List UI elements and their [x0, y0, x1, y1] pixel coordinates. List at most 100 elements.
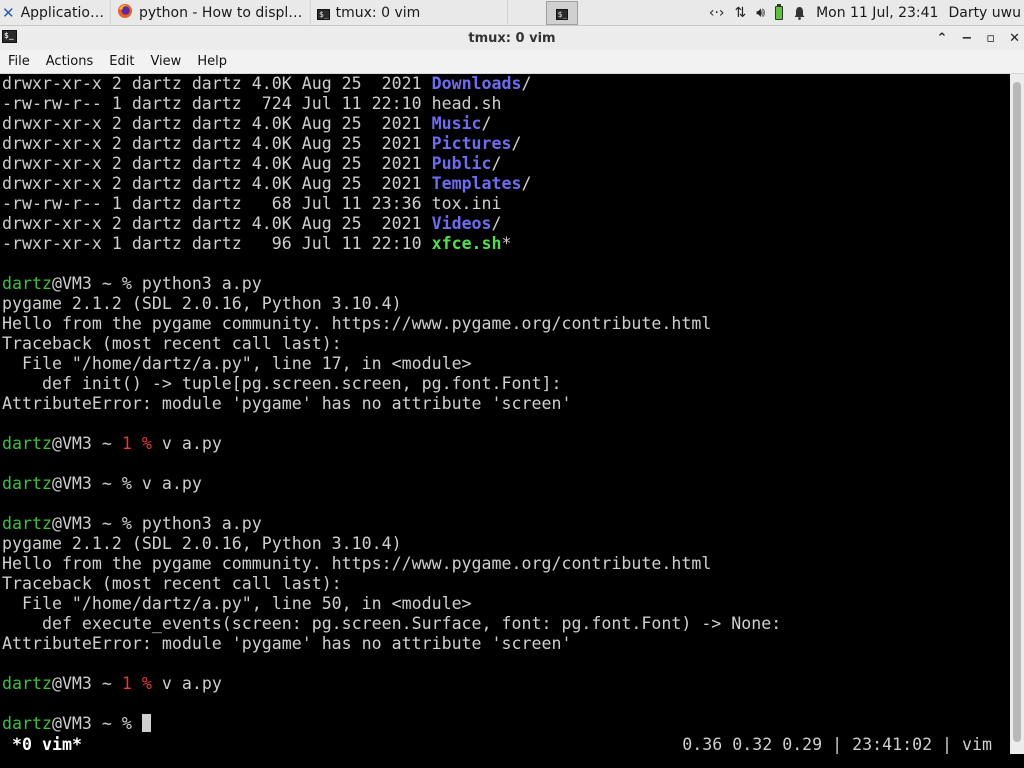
up-down-arrows-icon[interactable]: ⇅: [735, 5, 747, 21]
terminal-text-segment: xfce.sh: [431, 234, 502, 253]
terminal-text-segment: /: [521, 174, 532, 193]
terminal-text-segment: @VM3 ~ % python3 a.py: [51, 274, 262, 293]
terminal-text-segment: /: [511, 134, 522, 153]
terminal-text-segment: Traceback (most recent call last):: [2, 334, 342, 353]
terminal-text-segment: /: [481, 114, 492, 133]
menu-edit[interactable]: Edit: [101, 54, 142, 69]
terminal-text-segment: @VM3 ~: [51, 434, 122, 453]
terminal-lines: drwxr-xr-x 2 dartz dartz 4.0K Aug 25 202…: [0, 74, 1010, 734]
terminal-output[interactable]: drwxr-xr-x 2 dartz dartz 4.0K Aug 25 202…: [0, 74, 1010, 754]
speaker-icon[interactable]: 🔊︎: [756, 5, 765, 21]
terminal-text-segment: Hello from the pygame community. https:/…: [2, 314, 712, 333]
terminal-line: drwxr-xr-x 2 dartz dartz 4.0K Aug 25 202…: [2, 214, 1010, 234]
terminal-text-segment: drwxr-xr-x 2 dartz dartz 4.0K Aug 25 202…: [2, 114, 432, 133]
terminal-line: -rwxr-xr-x 1 dartz dartz 96 Jul 11 22:10…: [2, 234, 1010, 254]
terminal-line: Hello from the pygame community. https:/…: [2, 554, 1010, 574]
terminal-line: def execute_events(screen: pg.screen.Sur…: [2, 614, 1010, 634]
terminal-text-segment: File "/home/dartz/a.py", line 50, in <mo…: [2, 594, 472, 613]
terminal-line: -rw-rw-r-- 1 dartz dartz 68 Jul 11 23:36…: [2, 194, 1010, 214]
terminal-line: pygame 2.1.2 (SDL 2.0.16, Python 3.10.4): [2, 294, 1010, 314]
bell-icon[interactable]: [793, 6, 806, 20]
terminal-line: dartz@VM3 ~ 1 % v a.py: [2, 674, 1010, 694]
tmux-window-list[interactable]: *0 vim*: [12, 734, 82, 756]
clock[interactable]: Mon 11 Jul, 23:41: [816, 5, 938, 21]
terminal-text-segment: /: [491, 154, 502, 173]
menu-file[interactable]: File: [0, 54, 38, 69]
terminal-text-segment: dartz: [2, 274, 52, 293]
terminal-text-segment: @VM3 ~ % v a.py: [51, 474, 202, 493]
window-title: tmux: 0 vim: [468, 30, 556, 46]
menu-help[interactable]: Help: [189, 54, 235, 69]
close-icon[interactable]: ✕: [1009, 31, 1020, 46]
terminal-text-segment: dartz: [2, 474, 52, 493]
tmux-status-bar: *0 vim* 0.36 0.32 0.29 | 23:41:02 | vim: [0, 734, 1010, 756]
terminal-text-segment: @VM3 ~: [51, 674, 122, 693]
terminal-text-segment: v a.py: [151, 434, 222, 453]
terminal-text-segment: Templates: [431, 174, 522, 193]
menu-actions[interactable]: Actions: [38, 54, 102, 69]
terminal-line: File "/home/dartz/a.py", line 50, in <mo…: [2, 594, 1010, 614]
terminal-line: drwxr-xr-x 2 dartz dartz 4.0K Aug 25 202…: [2, 134, 1010, 154]
scrollbar-thumb[interactable]: [1013, 82, 1021, 742]
terminal-text-segment: drwxr-xr-x 2 dartz dartz 4.0K Aug 25 202…: [2, 74, 432, 93]
terminal-text-segment: Public: [431, 154, 492, 173]
terminal-text-segment: pygame 2.1.2 (SDL 2.0.16, Python 3.10.4): [2, 534, 402, 553]
terminal-text-segment: drwxr-xr-x 2 dartz dartz 4.0K Aug 25 202…: [2, 154, 432, 173]
terminal-text-segment: -rw-rw-r-- 1 dartz dartz 724 Jul 11 22:1…: [2, 94, 502, 113]
window-controls: ⌃ − ▫ ✕: [936, 26, 1020, 50]
top-panel: ✕ Applications python - How to display..…: [0, 0, 1024, 26]
terminal-cursor: [141, 714, 151, 732]
taskbar-item-tmux[interactable]: $_ tmux: 0 vim: [310, 0, 508, 26]
terminal-text-segment: @VM3 ~ % python3 a.py: [51, 514, 262, 533]
terminal-line: dartz@VM3 ~ %: [2, 714, 1010, 734]
minimize-icon[interactable]: −: [961, 31, 972, 46]
terminal-line: AttributeError: module 'pygame' has no a…: [2, 634, 1010, 654]
taskbar-item-firefox[interactable]: python - How to display...: [110, 0, 310, 26]
terminal-text-segment: AttributeError: module 'pygame' has no a…: [2, 394, 572, 413]
terminal-line: dartz@VM3 ~ % python3 a.py: [2, 514, 1010, 534]
terminal-text-segment: drwxr-xr-x 2 dartz dartz 4.0K Aug 25 202…: [2, 174, 432, 193]
terminal-line: Traceback (most recent call last):: [2, 334, 1010, 354]
terminal-text-segment: dartz: [2, 434, 52, 453]
terminal-text-segment: /: [521, 74, 532, 93]
terminal-text-segment: dartz: [2, 514, 52, 533]
terminal-text-segment: Traceback (most recent call last):: [2, 574, 342, 593]
applications-menu-button[interactable]: ✕ Applications: [0, 0, 110, 26]
battery-icon[interactable]: [775, 4, 784, 20]
terminal-text-segment: @VM3 ~ %: [51, 714, 142, 733]
user-menu[interactable]: Darty uwu: [948, 5, 1021, 21]
terminal-line: dartz@VM3 ~ % python3 a.py: [2, 274, 1010, 294]
terminal-text-segment: drwxr-xr-x 2 dartz dartz 4.0K Aug 25 202…: [2, 134, 432, 153]
menu-view[interactable]: View: [142, 54, 189, 69]
firefox-icon: [117, 3, 133, 23]
terminal-text-segment: File "/home/dartz/a.py", line 17, in <mo…: [2, 354, 472, 373]
terminal-line: -rw-rw-r-- 1 dartz dartz 724 Jul 11 22:1…: [2, 94, 1010, 114]
terminal-line: File "/home/dartz/a.py", line 17, in <mo…: [2, 354, 1010, 374]
network-icon[interactable]: ‹·›: [709, 5, 725, 21]
terminal-text-segment: -rwxr-xr-x 1 dartz dartz 96 Jul 11 22:10: [2, 234, 432, 253]
terminal-text-segment: Music: [431, 114, 482, 133]
terminal-text-segment: def execute_events(screen: pg.screen.Sur…: [2, 614, 782, 633]
terminal-line: drwxr-xr-x 2 dartz dartz 4.0K Aug 25 202…: [2, 174, 1010, 194]
chevron-up-icon[interactable]: ⌃: [936, 31, 947, 46]
terminal-text-segment: drwxr-xr-x 2 dartz dartz 4.0K Aug 25 202…: [2, 214, 432, 233]
terminal-line: drwxr-xr-x 2 dartz dartz 4.0K Aug 25 202…: [2, 114, 1010, 134]
launcher-terminal-button[interactable]: $_: [546, 1, 578, 25]
terminal-text-segment: Videos: [431, 214, 492, 233]
terminal-text-segment: 1 %: [121, 674, 152, 693]
terminal-text-segment: Downloads: [431, 74, 522, 93]
terminal-text-segment: dartz: [2, 714, 52, 733]
taskbar-item-label: tmux: 0 vim: [335, 4, 421, 21]
terminal-icon[interactable]: $_: [2, 30, 17, 43]
window-titlebar[interactable]: $_ tmux: 0 vim ⌃ − ▫ ✕: [0, 26, 1024, 50]
terminal-line: AttributeError: module 'pygame' has no a…: [2, 394, 1010, 414]
terminal-line: drwxr-xr-x 2 dartz dartz 4.0K Aug 25 202…: [2, 154, 1010, 174]
xfce-mouse-icon: ✕: [2, 3, 15, 22]
terminal-line: dartz@VM3 ~ 1 % v a.py: [2, 434, 1010, 454]
terminal-icon: $_: [317, 8, 330, 20]
maximize-icon[interactable]: ▫: [986, 31, 995, 46]
scrollbar[interactable]: [1010, 74, 1024, 754]
